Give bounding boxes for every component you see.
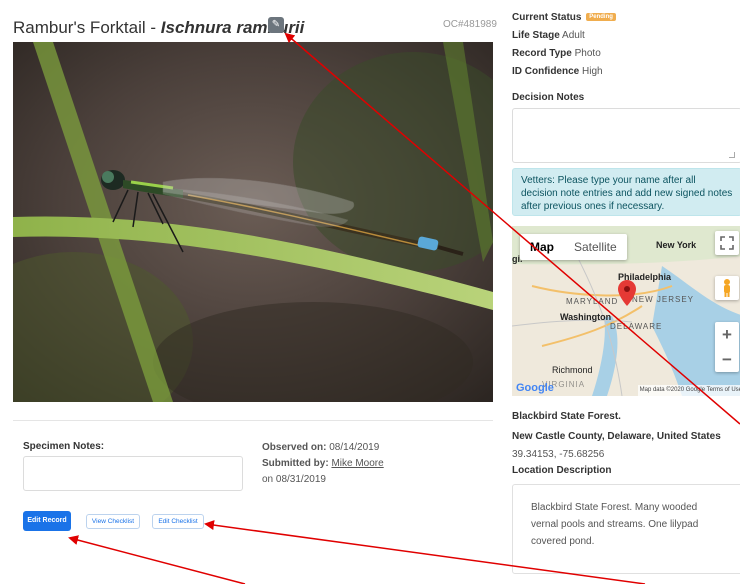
dragonfly-photo	[13, 42, 493, 402]
location-map[interactable]: Map Satellite + − gi. New York Philadelp…	[512, 226, 740, 396]
arrow-to-edit-record	[68, 535, 246, 584]
map-label-new-jersey: NEW JERSEY	[632, 295, 695, 304]
map-tab-satellite[interactable]: Satellite	[564, 234, 627, 260]
location-name: Blackbird State Forest.	[512, 411, 621, 422]
fullscreen-icon[interactable]	[715, 231, 739, 255]
record-photo[interactable]	[13, 42, 493, 402]
vetters-alert: Vetters: Please type your name after all…	[512, 168, 740, 216]
view-checklist-button[interactable]: View Checklist	[86, 514, 140, 529]
map-type-tabs: Map Satellite	[520, 234, 627, 260]
current-status-row: Current Status Pending	[512, 12, 616, 23]
map-label-delaware: DELAWARE	[610, 322, 663, 331]
life-stage-value: Adult	[562, 30, 585, 41]
decision-notes-heading: Decision Notes	[512, 92, 585, 103]
decision-notes-field[interactable]	[512, 108, 740, 163]
submitted-label: Submitted by:	[262, 458, 329, 469]
edit-checklist-button[interactable]: Edit Checklist	[152, 514, 204, 529]
record-type-row: Record Type Photo	[512, 48, 601, 59]
pencil-icon[interactable]: ✎	[268, 17, 284, 33]
location-coordinates: 39.34153, -75.68256	[512, 449, 605, 460]
map-label-richmond: Richmond	[552, 365, 593, 375]
record-type-label: Record Type	[512, 48, 572, 59]
google-logo: Google	[516, 382, 554, 394]
status-badge: Pending	[586, 13, 616, 21]
submitted-date: on 08/31/2019	[262, 474, 326, 485]
specimen-notes-field[interactable]	[23, 456, 243, 491]
submitter-link[interactable]: Mike Moore	[331, 458, 383, 469]
map-attribution[interactable]: Map data ©2020 Google Terms of Use	[637, 385, 740, 396]
observation-info: Observed on: 08/14/2019 Submitted by: Mi…	[262, 440, 384, 488]
map-label-edge: gi.	[512, 254, 523, 264]
location-county: New Castle County, Delaware, United Stat…	[512, 431, 721, 442]
observed-date: 08/14/2019	[329, 442, 380, 453]
page-title: Rambur's Forktail - Ischnura ramburii	[13, 18, 304, 38]
current-status-label: Current Status	[512, 12, 582, 23]
observed-label: Observed on:	[262, 442, 327, 453]
edit-record-button[interactable]: Edit Record	[23, 511, 71, 531]
section-divider	[13, 420, 493, 421]
location-description: Blackbird State Forest. Many wooded vern…	[512, 484, 740, 574]
location-description-heading: Location Description	[512, 465, 612, 476]
id-confidence-value: High	[582, 66, 603, 77]
life-stage-label: Life Stage	[512, 30, 560, 41]
zoom-in-button[interactable]: +	[715, 322, 739, 347]
map-marker-icon[interactable]	[618, 280, 636, 306]
map-tab-map[interactable]: Map	[520, 234, 564, 260]
specimen-notes-label: Specimen Notes:	[23, 441, 105, 452]
map-label-washington: Washington	[560, 312, 612, 322]
id-confidence-row: ID Confidence High	[512, 66, 603, 77]
map-label-new-york: New York	[656, 240, 697, 250]
zoom-controls: + −	[715, 322, 739, 372]
common-name: Rambur's Forktail	[13, 18, 146, 37]
id-confidence-label: ID Confidence	[512, 66, 580, 77]
record-type-value: Photo	[574, 48, 601, 59]
resize-handle-icon[interactable]	[729, 152, 735, 158]
record-id: OC#481989	[443, 19, 497, 30]
pegman-icon[interactable]	[715, 276, 739, 300]
life-stage-row: Life Stage Adult	[512, 30, 585, 41]
zoom-out-button[interactable]: −	[715, 347, 739, 372]
title-separator: -	[145, 18, 161, 37]
map-label-maryland: MARYLAND	[566, 297, 619, 306]
